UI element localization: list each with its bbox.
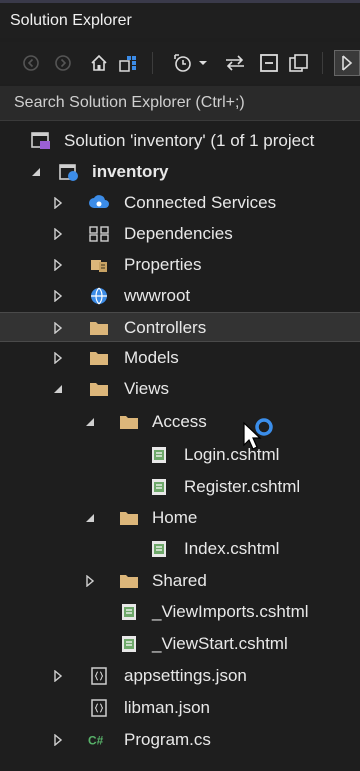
expanded-arrow-icon[interactable] — [30, 165, 42, 179]
tree-item-label: Models — [124, 348, 179, 367]
connected-services-icon — [88, 193, 110, 213]
tree-item-label: Home — [152, 508, 198, 527]
collapsed-arrow-icon[interactable] — [52, 733, 64, 747]
search-input[interactable] — [0, 86, 360, 120]
tree-item-login-cshtml[interactable]: Login.cshtml — [0, 440, 360, 470]
collapsed-arrow-icon[interactable] — [52, 351, 64, 365]
dependencies-icon — [88, 224, 110, 244]
expanded-arrow-icon[interactable] — [52, 382, 64, 396]
tree-item-controllers[interactable]: Controllers — [0, 312, 360, 342]
collapsed-arrow-icon[interactable] — [52, 227, 64, 241]
tree-item-register-cshtml[interactable]: Register.cshtml — [0, 472, 360, 502]
solution-explorer-window: Solution Explorer Search Solution Explor… — [0, 0, 360, 771]
tree-item-label: libman.json — [124, 698, 210, 717]
toolbar-separator — [152, 52, 153, 74]
tree-item-program-cs[interactable]: C# Program.cs — [0, 725, 360, 755]
collapse-all-icon[interactable] — [256, 50, 282, 76]
tree-item-project[interactable]: inventory — [0, 157, 360, 187]
tree-item-connected-services[interactable]: Connected Services — [0, 188, 360, 218]
tree-item-label: wwwroot — [124, 286, 191, 305]
folder-icon — [118, 571, 140, 591]
tree-item-home[interactable]: Home — [0, 503, 360, 533]
show-all-files-icon[interactable] — [286, 50, 312, 76]
tree-item-viewstart-cshtml[interactable]: _ViewStart.cshtml — [0, 629, 360, 659]
tree-item-label: Properties — [124, 255, 202, 274]
mouse-cursor — [240, 413, 280, 457]
tree-item-label: Dependencies — [124, 224, 233, 243]
preview-icon[interactable] — [334, 50, 360, 76]
tree-item-label: appsettings.json — [124, 666, 247, 685]
tree-item-label: Connected Services — [124, 193, 277, 212]
json-file-icon — [88, 666, 110, 686]
busy-spinner-icon — [255, 418, 273, 436]
collapsed-arrow-icon[interactable] — [52, 196, 64, 210]
tree-item-label: Solution 'inventory' (1 of 1 project — [64, 131, 315, 150]
tree-item-dependencies[interactable]: Dependencies — [0, 219, 360, 249]
toolbar-separator — [322, 52, 323, 74]
tree-item-viewimports-cshtml[interactable]: _ViewImports.cshtml — [0, 597, 360, 627]
collapsed-arrow-icon[interactable] — [52, 321, 64, 335]
folder-icon — [118, 508, 140, 528]
folder-icon — [88, 318, 110, 338]
tree-item-label: Access — [152, 412, 207, 431]
properties-icon — [88, 255, 110, 275]
tree-item-label: Controllers — [124, 318, 207, 337]
tree-item-label: _ViewImports.cshtml — [152, 602, 309, 621]
cshtml-file-icon — [148, 445, 170, 465]
tree-item-shared[interactable]: Shared — [0, 566, 360, 596]
tree-item-solution[interactable]: Solution 'inventory' (1 of 1 project — [0, 126, 360, 156]
back-icon[interactable] — [18, 50, 44, 76]
globe-icon — [88, 286, 110, 306]
window-title: Solution Explorer — [10, 12, 132, 29]
folder-icon — [88, 348, 110, 368]
pending-changes-icon[interactable] — [170, 50, 196, 76]
title-bar: Solution Explorer — [0, 3, 360, 38]
tree-item-libman-json[interactable]: libman.json — [0, 693, 360, 723]
cshtml-file-icon — [118, 602, 140, 622]
csharp-project-icon — [58, 162, 80, 182]
tree-item-label: Views — [124, 379, 170, 398]
tree-item-access[interactable]: Access — [0, 407, 360, 437]
expanded-arrow-icon[interactable] — [84, 511, 96, 525]
tree-item-label: Register.cshtml — [184, 477, 301, 496]
csharp-file-icon: C# — [88, 730, 110, 750]
sync-icon[interactable] — [222, 50, 248, 76]
collapsed-arrow-icon[interactable] — [52, 289, 64, 303]
toolbar — [0, 42, 360, 84]
tree-item-models[interactable]: Models — [0, 343, 360, 373]
cshtml-file-icon — [148, 477, 170, 497]
collapsed-arrow-icon[interactable] — [52, 669, 64, 683]
expanded-arrow-icon[interactable] — [84, 415, 96, 429]
tree-item-label: Index.cshtml — [184, 539, 280, 558]
tree-item-label: inventory — [92, 162, 169, 181]
solution-icon — [30, 131, 52, 151]
tree-item-wwwroot[interactable]: wwwroot — [0, 281, 360, 311]
cshtml-file-icon — [148, 539, 170, 559]
tree-item-label: _ViewStart.cshtml — [152, 634, 288, 653]
forward-icon[interactable] — [50, 50, 76, 76]
json-file-icon — [88, 698, 110, 718]
tree-item-label: Program.cs — [124, 730, 211, 749]
folder-icon — [88, 379, 110, 399]
dropdown-icon[interactable] — [196, 50, 210, 76]
tree-item-views[interactable]: Views — [0, 374, 360, 404]
cshtml-file-icon — [118, 634, 140, 654]
collapsed-arrow-icon[interactable] — [84, 574, 96, 588]
switch-views-icon[interactable] — [116, 50, 142, 76]
search-bar — [0, 86, 360, 121]
tree-item-properties[interactable]: Properties — [0, 250, 360, 280]
tree-item-appsettings-json[interactable]: appsettings.json — [0, 661, 360, 691]
tree-item-index-cshtml[interactable]: Index.cshtml — [0, 534, 360, 564]
home-icon[interactable] — [86, 50, 112, 76]
folder-icon — [118, 412, 140, 432]
svg-text:C#: C# — [88, 734, 104, 748]
collapsed-arrow-icon[interactable] — [52, 258, 64, 272]
tree-item-label: Shared — [152, 571, 207, 590]
